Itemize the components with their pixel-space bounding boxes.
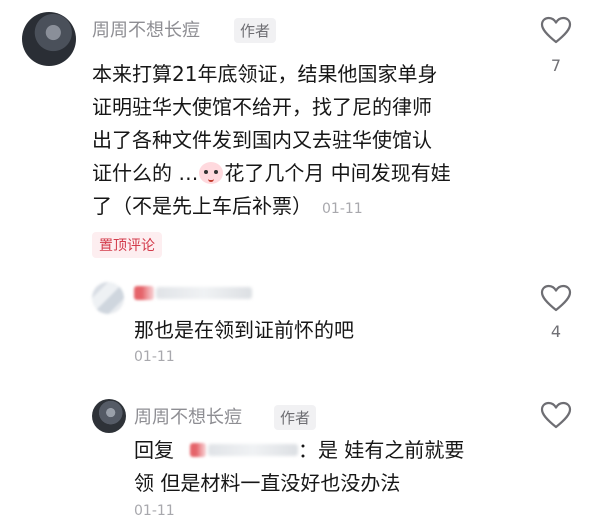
comment-time: 01-11 bbox=[322, 201, 363, 217]
like-count: 7 bbox=[550, 56, 562, 75]
author-username[interactable]: 周周不想长痘 bbox=[92, 16, 200, 42]
pinned-comment-badge: 置顶评论 bbox=[92, 232, 162, 258]
author-avatar[interactable] bbox=[92, 399, 126, 433]
comment-line: 了（不是先上车后补票） 01-11 bbox=[92, 194, 363, 218]
like-button[interactable] bbox=[540, 401, 572, 433]
heart-outline-icon[interactable] bbox=[540, 16, 572, 44]
heart-outline-icon[interactable] bbox=[540, 401, 572, 429]
like-button[interactable] bbox=[540, 16, 572, 48]
comment-line: 回复 ：是 娃有之前就要 bbox=[134, 438, 465, 462]
author-avatar[interactable] bbox=[22, 12, 76, 66]
avatar[interactable] bbox=[92, 282, 124, 314]
reply-text: 那也是在领到证前怀的吧 bbox=[134, 318, 354, 342]
redacted-mention bbox=[208, 444, 298, 456]
redacted-username bbox=[156, 287, 252, 299]
reply-time: 01-11 bbox=[134, 349, 175, 365]
comment-line: 领 但是材料一直没好也没办法 bbox=[134, 471, 401, 495]
crying-face-emoji-icon bbox=[199, 162, 224, 184]
comment-line: 本来打算21年底领证，结果他国家单身 bbox=[92, 62, 438, 86]
comment-line: 证明驻华大使馆不给开，找了尼的律师 bbox=[92, 95, 432, 119]
heart-outline-icon[interactable] bbox=[540, 284, 572, 312]
redacted-mention bbox=[190, 443, 206, 457]
author-tag: 作者 bbox=[274, 405, 317, 430]
main-comment-text: 本来打算21年底领证，结果他国家单身 证明驻华大使馆不给开，找了尼的律师 出了各… bbox=[92, 58, 522, 226]
comment-line: 证什么的 … 花了几个月 中间发现有娃 bbox=[92, 161, 451, 185]
reply-text: 回复 ：是 娃有之前就要 领 但是材料一直没好也没办法 bbox=[134, 434, 534, 500]
author-tag: 作者 bbox=[234, 18, 277, 43]
reply-time: 01-11 bbox=[134, 503, 175, 519]
author-username[interactable]: 周周不想长痘 bbox=[134, 403, 242, 429]
redacted-username bbox=[134, 286, 154, 300]
like-button[interactable] bbox=[540, 284, 572, 316]
like-count: 4 bbox=[550, 322, 562, 341]
comment-line: 出了各种文件发到国内又去驻华使馆认 bbox=[92, 128, 432, 152]
